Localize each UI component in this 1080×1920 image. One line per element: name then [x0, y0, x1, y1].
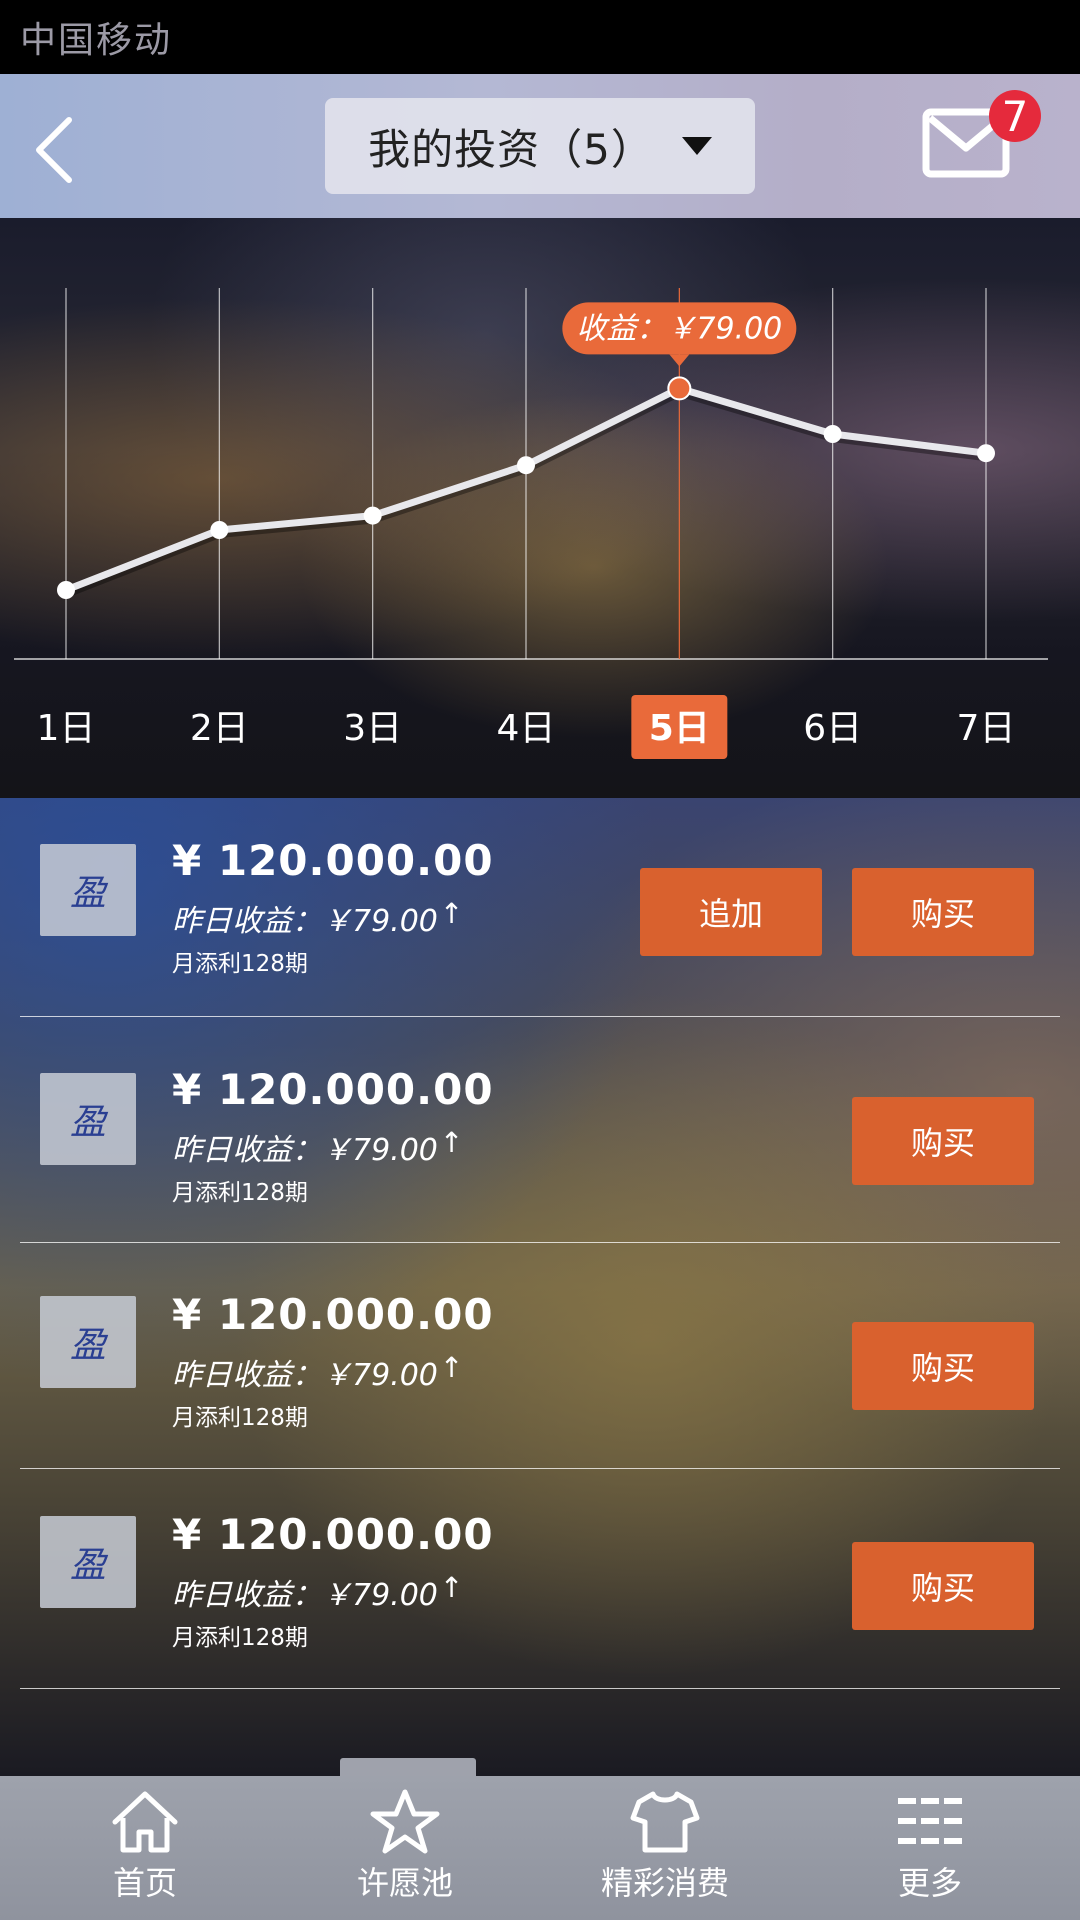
home-icon — [112, 1791, 178, 1853]
investment-row: 盈 ¥ 120.000.00 昨日收益：￥79.00↑ 月添利128期 购买 — [0, 1244, 1080, 1470]
buy-button[interactable]: 购买 — [852, 1542, 1034, 1630]
tab-label: 更多 — [897, 1864, 962, 1902]
day-label: 3日 — [343, 708, 402, 749]
bottom-tab-bar: 首页 许愿池 精彩消费 更多 — [0, 1776, 1080, 1920]
tooltip-pointer — [669, 354, 690, 367]
row-divider — [20, 1242, 1060, 1243]
product-logo: 盈 — [40, 1296, 136, 1388]
unread-badge: 7 — [989, 90, 1041, 142]
caret-down-icon — [681, 137, 712, 155]
header: 我的投资（5） 7 — [0, 74, 1080, 218]
buy-button[interactable]: 购买 — [852, 1322, 1034, 1410]
row-divider — [20, 1468, 1060, 1469]
tab-shopping[interactable]: 精彩消费 — [580, 1776, 750, 1920]
yield-text: 昨日收益：￥79.00 — [172, 904, 438, 939]
tshirt-icon — [630, 1791, 700, 1853]
tab-home[interactable]: 首页 — [70, 1776, 220, 1920]
yesterday-yield: 昨日收益：￥79.00↑ — [172, 1350, 463, 1394]
earnings-chart: 1日 2日 3日 4日 5日 6日 7日 收益：￥79.00 — [0, 218, 1080, 798]
tab-label: 精彩消费 — [600, 1864, 729, 1902]
status-bar: 中国移动 — [0, 0, 1080, 74]
add-button[interactable]: 追加 — [640, 868, 822, 956]
day-label: 5日 — [649, 708, 710, 749]
chart-point — [210, 521, 229, 539]
up-arrow-icon: ↑ — [439, 897, 464, 930]
chart-point — [823, 425, 842, 443]
investment-amount: ¥ 120.000.00 — [172, 1510, 494, 1559]
up-arrow-icon: ↑ — [439, 1351, 464, 1384]
row-divider — [20, 1016, 1060, 1017]
investment-amount: ¥ 120.000.00 — [172, 836, 494, 885]
plan-name: 月添利128期 — [172, 1405, 308, 1431]
carrier-name: 中国移动 — [20, 20, 173, 61]
back-button[interactable] — [18, 110, 88, 190]
day-label: 1日 — [37, 708, 96, 749]
tab-label: 首页 — [112, 1864, 177, 1902]
investment-amount: ¥ 120.000.00 — [172, 1290, 494, 1339]
up-arrow-icon: ↑ — [439, 1126, 464, 1159]
day-label: 4日 — [497, 708, 556, 749]
tab-label: 许愿池 — [356, 1864, 453, 1902]
yesterday-yield: 昨日收益：￥79.00↑ — [172, 1125, 463, 1169]
menu-icon — [898, 1798, 962, 1844]
back-arrow-icon — [36, 117, 72, 183]
plan-name: 月添利128期 — [172, 1180, 308, 1206]
investment-amount: ¥ 120.000.00 — [172, 1065, 494, 1114]
day-label: 6日 — [803, 708, 862, 749]
chart-point — [517, 456, 535, 475]
page-title: 我的投资（5） — [368, 124, 654, 174]
chart-point — [667, 376, 692, 401]
yield-text: 昨日收益：￥79.00 — [172, 1358, 438, 1393]
plan-name: 月添利128期 — [172, 951, 308, 977]
product-logo: 盈 — [40, 844, 136, 936]
buy-button[interactable]: 购买 — [852, 1097, 1034, 1185]
tab-more[interactable]: 更多 — [860, 1776, 1000, 1920]
chart-point — [57, 581, 75, 599]
yield-text: 昨日收益：￥79.00 — [172, 1133, 438, 1168]
day-label: 7日 — [957, 708, 1016, 749]
tab-wishing-pool[interactable]: 许愿池 — [330, 1776, 480, 1920]
day-label: 2日 — [190, 708, 249, 749]
star-icon — [370, 1789, 440, 1854]
investment-list: 盈 ¥ 120.000.00 昨日收益：￥79.00↑ 月添利128期 追加 购… — [0, 798, 1080, 1776]
row-divider — [20, 1688, 1060, 1689]
active-tab-indicator — [340, 1758, 476, 1778]
buy-button[interactable]: 购买 — [852, 868, 1034, 956]
investment-row: 盈 ¥ 120.000.00 昨日收益：￥79.00↑ 月添利128期 追加 购… — [0, 798, 1080, 1018]
up-arrow-icon: ↑ — [439, 1571, 464, 1604]
earnings-line-chart: 1日 2日 3日 4日 5日 6日 7日 收益：￥79.00 — [14, 288, 1048, 759]
yesterday-yield: 昨日收益：￥79.00↑ — [172, 896, 463, 940]
chart-point — [363, 506, 382, 525]
investment-row: 盈 ¥ 120.000.00 昨日收益：￥79.00↑ 月添利128期 购买 — [0, 1470, 1080, 1690]
yesterday-yield: 昨日收益：￥79.00↑ — [172, 1570, 463, 1614]
yield-text: 昨日收益：￥79.00 — [172, 1578, 438, 1613]
investment-row: 盈 ¥ 120.000.00 昨日收益：￥79.00↑ 月添利128期 购买 — [0, 1018, 1080, 1244]
product-logo: 盈 — [40, 1516, 136, 1608]
plan-name: 月添利128期 — [172, 1625, 308, 1651]
tooltip-value: 收益：￥79.00 — [576, 311, 782, 346]
product-logo: 盈 — [40, 1073, 136, 1165]
investment-selector-dropdown[interactable]: 我的投资（5） — [325, 98, 755, 194]
chart-point — [977, 444, 995, 463]
